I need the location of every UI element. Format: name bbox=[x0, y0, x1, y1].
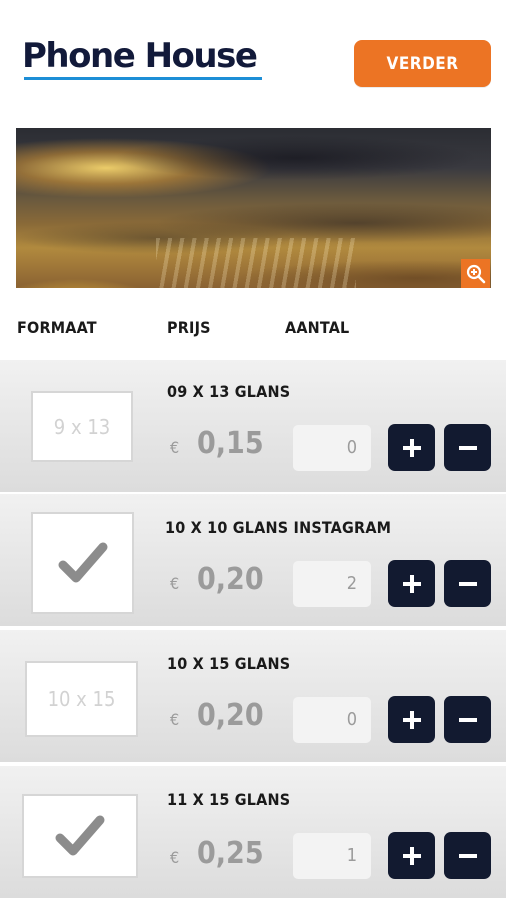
increase-button[interactable] bbox=[388, 424, 435, 471]
product-row: 10 X 10 GLANS INSTAGRAM € 0,20 2 bbox=[0, 492, 506, 626]
app-header: Phone House VERDER bbox=[0, 0, 506, 120]
plus-icon bbox=[402, 438, 421, 457]
photo-preview[interactable] bbox=[16, 128, 491, 288]
quantity-field[interactable]: 1 bbox=[293, 833, 371, 879]
plus-icon bbox=[402, 846, 421, 865]
currency-symbol: € bbox=[170, 574, 180, 593]
checkmark-icon bbox=[58, 542, 107, 583]
product-name: 10 X 10 GLANS INSTAGRAM bbox=[165, 518, 392, 537]
thumbnail-label: 10 x 15 bbox=[47, 687, 116, 711]
product-name: 11 X 15 GLANS bbox=[167, 790, 291, 809]
product-row: 10 x 15 10 X 15 GLANS € 0,20 0 bbox=[0, 628, 506, 762]
product-price: 0,20 bbox=[197, 562, 264, 597]
currency-symbol: € bbox=[170, 438, 180, 457]
product-row: 11 X 15 GLANS € 0,25 1 bbox=[0, 764, 506, 898]
column-format: FORMAAT bbox=[17, 318, 97, 337]
currency-symbol: € bbox=[170, 848, 180, 867]
quantity-field[interactable]: 0 bbox=[293, 697, 371, 743]
minus-icon bbox=[458, 717, 477, 722]
plus-icon bbox=[402, 574, 421, 593]
zoom-in-glyph bbox=[466, 264, 485, 283]
product-row: 9 x 13 09 X 13 GLANS € 0,15 0 bbox=[0, 358, 506, 492]
continue-button[interactable]: VERDER bbox=[354, 40, 491, 87]
plus-icon bbox=[402, 710, 421, 729]
format-thumbnail[interactable]: 9 x 13 bbox=[31, 391, 133, 462]
format-thumbnail[interactable] bbox=[31, 512, 134, 614]
currency-symbol: € bbox=[170, 710, 180, 729]
product-name: 09 X 13 GLANS bbox=[167, 382, 291, 401]
format-thumbnail[interactable]: 10 x 15 bbox=[25, 661, 138, 737]
product-price: 0,25 bbox=[197, 836, 264, 871]
quantity-field[interactable]: 0 bbox=[293, 425, 371, 471]
increase-button[interactable] bbox=[388, 696, 435, 743]
decrease-button[interactable] bbox=[444, 832, 491, 879]
product-name: 10 X 15 GLANS bbox=[167, 654, 291, 673]
minus-icon bbox=[458, 445, 477, 450]
minus-icon bbox=[458, 581, 477, 586]
product-price: 0,20 bbox=[197, 698, 264, 733]
decrease-button[interactable] bbox=[444, 424, 491, 471]
format-thumbnail[interactable] bbox=[22, 794, 138, 878]
column-price: PRIJS bbox=[167, 318, 211, 337]
column-headers: FORMAAT PRIJS AANTAL bbox=[0, 318, 506, 344]
phone-house-logo: Phone House bbox=[22, 36, 258, 76]
product-price: 0,15 bbox=[197, 426, 264, 461]
photo-rays bbox=[156, 238, 356, 288]
increase-button[interactable] bbox=[388, 832, 435, 879]
decrease-button[interactable] bbox=[444, 560, 491, 607]
checkmark-icon bbox=[55, 815, 105, 856]
decrease-button[interactable] bbox=[444, 696, 491, 743]
zoom-in-icon[interactable] bbox=[461, 259, 490, 288]
increase-button[interactable] bbox=[388, 560, 435, 607]
thumbnail-label: 9 x 13 bbox=[53, 414, 111, 439]
minus-icon bbox=[458, 853, 477, 858]
quantity-field[interactable]: 2 bbox=[293, 561, 371, 607]
column-quantity: AANTAL bbox=[285, 318, 350, 337]
logo-underline bbox=[24, 77, 262, 80]
